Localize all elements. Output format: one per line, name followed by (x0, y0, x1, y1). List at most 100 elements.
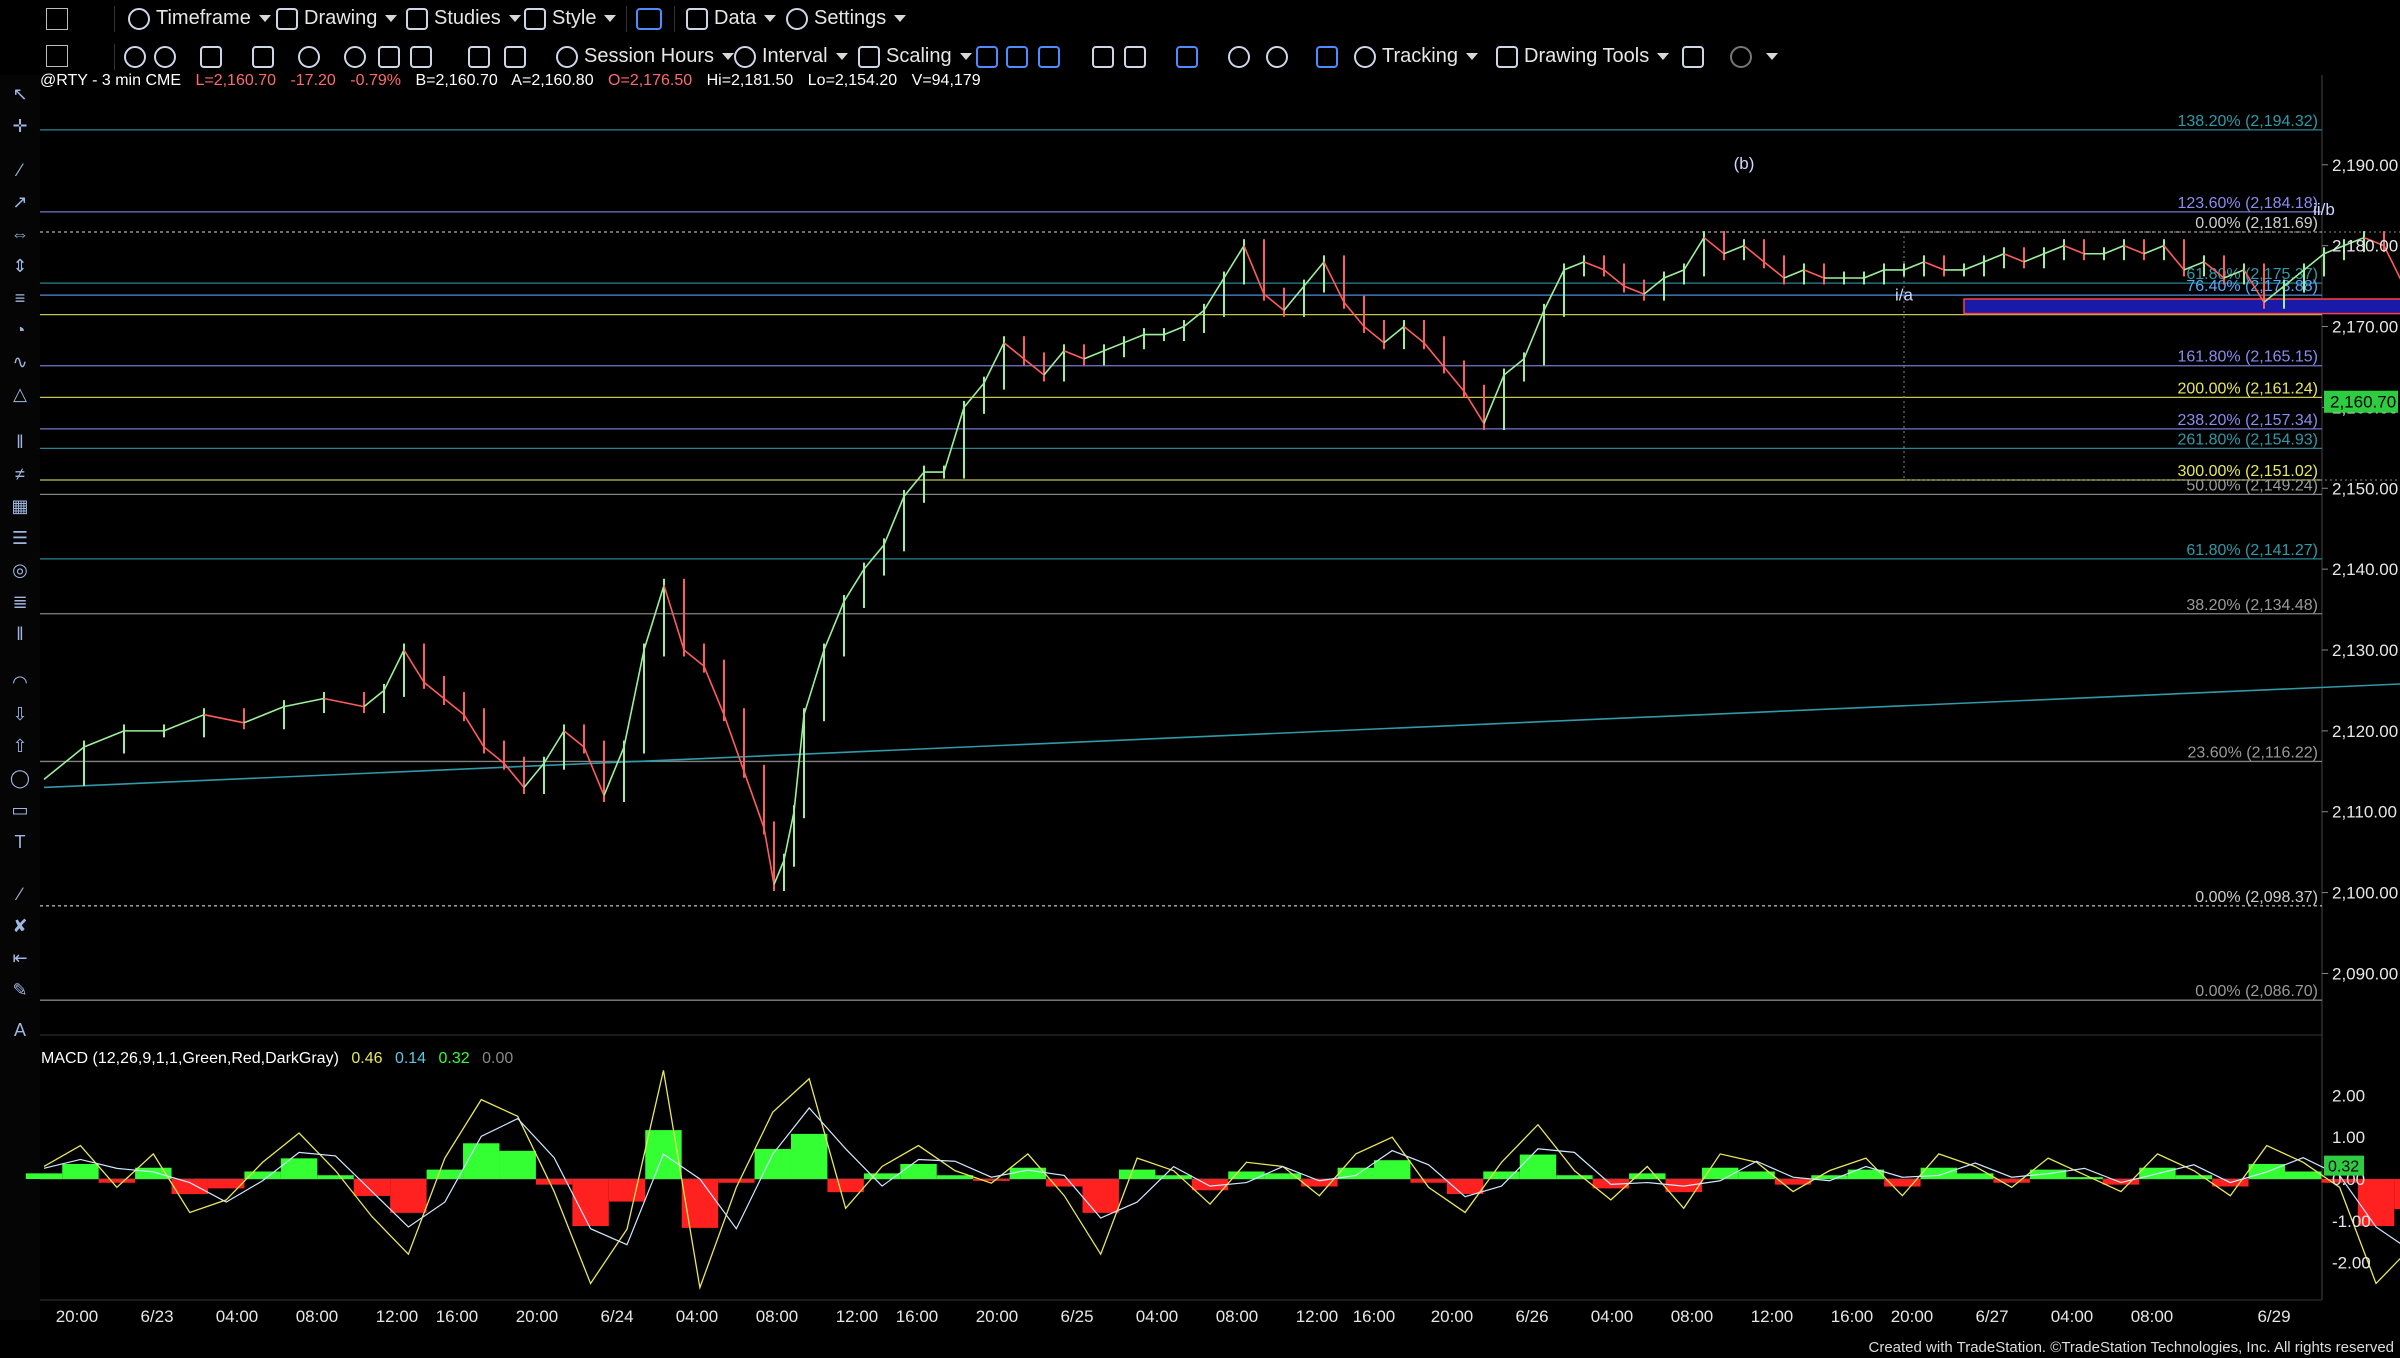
price-segment (2063, 244, 2085, 255)
price-segment (1283, 285, 1305, 311)
price-segment (1703, 236, 1725, 255)
price-segment (963, 382, 985, 408)
price-segment (2043, 244, 2065, 255)
price-segment (2103, 244, 2125, 255)
macd-tick-label: -1.00 (2332, 1212, 2371, 1231)
macd-histogram-bar (499, 1150, 536, 1179)
price-segment (83, 730, 125, 748)
price-segment (823, 601, 845, 651)
price-segment (1783, 269, 1805, 279)
macd-value-3: 0.32 (438, 1050, 470, 1067)
price-segment (463, 714, 485, 748)
price-segment (243, 705, 285, 724)
time-tick-label: 6/27 (1975, 1307, 2008, 1326)
time-tick-label: 08:00 (1216, 1307, 1259, 1326)
time-tick-label: 04:00 (2051, 1307, 2094, 1326)
price-axis: 2,190.002,180.002,170.002,160.002,150.00… (2322, 156, 2398, 983)
fib-level-label: 238.20% (2,157.34) (2177, 412, 2318, 429)
price-segment (583, 746, 605, 796)
time-tick-label: 20:00 (1891, 1307, 1934, 1326)
price-segment (1243, 245, 1265, 295)
price-segment (1863, 269, 1885, 279)
price-segment (1443, 366, 1465, 392)
time-tick-label: 20:00 (1431, 1307, 1474, 1326)
time-tick-label: 12:00 (1751, 1307, 1794, 1326)
price-segment (323, 697, 365, 708)
wave-label: i/a (1895, 286, 1914, 305)
price-segment (443, 697, 465, 716)
time-tick-label: 04:00 (1591, 1307, 1634, 1326)
macd-histogram-bar (1519, 1154, 1557, 1179)
price-segment (603, 746, 625, 796)
time-tick-label: 08:00 (756, 1307, 799, 1326)
price-segment (1723, 244, 1745, 255)
macd-pane: 2.001.000.00-1.00-2.000.32 (25, 1070, 2400, 1291)
price-segment (163, 713, 205, 732)
price-segment (793, 714, 805, 812)
price-segment (1323, 261, 1345, 303)
price-segment (943, 407, 965, 473)
macd-tick-label: 1.00 (2332, 1128, 2365, 1147)
macd-histogram-bar (827, 1179, 864, 1193)
macd-histogram-bar (280, 1158, 318, 1179)
volume: V=94,179 (911, 72, 981, 89)
price-segment (1643, 277, 1665, 295)
macd-histogram-bar (900, 1163, 937, 1179)
fib-level-label: 261.80% (2,154.93) (2177, 431, 2318, 448)
last-price: L=2,160.70 (195, 72, 276, 89)
macd-histogram-bar (317, 1175, 354, 1179)
macd-tick-label: 2.00 (2332, 1086, 2365, 1105)
open: O=2,176.50 (608, 72, 693, 89)
macd-histogram-bar (1374, 1160, 1411, 1179)
time-tick-label: 08:00 (1671, 1307, 1714, 1326)
macd-histogram-bar (1556, 1175, 1593, 1179)
retracement-frame (1903, 231, 2400, 481)
price-segment (2023, 252, 2045, 263)
price-segment (623, 649, 645, 748)
price-segment (283, 697, 325, 708)
macd-value-4: 0.00 (482, 1050, 514, 1067)
price-segment (43, 746, 85, 781)
high: Hi=2,181.50 (706, 72, 794, 89)
price-segment (1543, 269, 1565, 311)
price-segment (863, 544, 885, 570)
fib-level-label: 123.60% (2,184.18) (2177, 195, 2318, 212)
time-tick-label: 20:00 (56, 1307, 99, 1326)
price-chart[interactable]: 138.20% (2,194.32) 123.60% (2,184.18) 0.00… (0, 0, 2400, 1358)
time-tick-label: 6/25 (1060, 1307, 1093, 1326)
macd-value-2: 0.14 (394, 1050, 427, 1067)
price-segment (1023, 358, 1045, 376)
fib-level-label: 200.00% (2,161.24) (2177, 380, 2318, 397)
macd-histogram-bar (2029, 1169, 2067, 1179)
time-tick-label: 16:00 (1831, 1307, 1874, 1326)
macd-histogram-bar (463, 1143, 500, 1179)
macd-histogram-bar (2175, 1175, 2213, 1179)
ask: A=2,160.80 (511, 72, 594, 89)
price-segment (1903, 261, 1925, 271)
macd-histogram-bar (62, 1163, 99, 1179)
time-tick-label: 16:00 (436, 1307, 479, 1326)
macd-histogram-bar (353, 1179, 391, 1196)
fib-level-label: 38.20% (2,134.48) (2186, 597, 2318, 614)
price-segment (723, 714, 745, 772)
macd-histogram-bar (426, 1169, 464, 1179)
price-segment (1583, 261, 1605, 271)
macd-histogram-bar (1410, 1179, 1447, 1183)
price-segment (1803, 269, 1825, 279)
time-tick-label: 12:00 (1296, 1307, 1339, 1326)
time-tick-label: 08:00 (2131, 1307, 2174, 1326)
macd-label: MACD (12,26,9,1,1,Green,Red,DarkGray) (41, 1050, 339, 1067)
highlight-box (1963, 298, 2400, 315)
macd-tick-label: -2.00 (2332, 1254, 2371, 1273)
fib-level-label: 138.20% (2,194.32) (2177, 113, 2318, 130)
price-segment (1163, 325, 1185, 336)
price-segment (1563, 261, 1585, 271)
price-segment (1743, 245, 1765, 263)
macd-histogram-bar (718, 1179, 755, 1183)
price-segment (703, 665, 725, 716)
price-tick-label: 2,190.00 (2332, 156, 2398, 175)
price-segment (1963, 261, 1985, 271)
macd-histogram-bar (1118, 1169, 1156, 1179)
price-segment (2163, 245, 2185, 271)
price-segment (663, 585, 685, 651)
